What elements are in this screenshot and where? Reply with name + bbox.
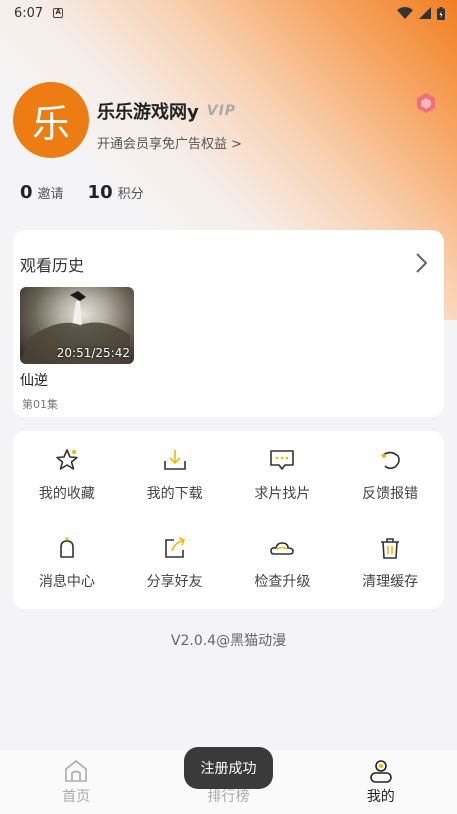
menu-feedback[interactable]: 反馈报错 — [336, 447, 444, 505]
stats-row: 0 邀请 10 积分 — [20, 182, 144, 203]
trash-icon — [381, 538, 400, 559]
menu-feedback-label: 反馈报错 — [362, 486, 419, 502]
message-icon — [270, 450, 295, 470]
menu-downloads[interactable]: 我的下载 — [121, 447, 229, 505]
menu-request-label: 求片找片 — [254, 486, 311, 502]
nav-home[interactable]: 首页 — [16, 758, 136, 806]
nav-mine-label: 我的 — [366, 789, 395, 805]
download-icon — [163, 450, 186, 470]
profile-section: 乐 乐乐游戏网y VIP 开通会员享免广告权益 > — [13, 82, 443, 162]
menu-update-label: 检查升级 — [254, 574, 311, 590]
toast-message: 注册成功 — [184, 747, 273, 789]
stat-invites[interactable]: 0 邀请 — [20, 182, 64, 203]
menu-request[interactable]: 求片找片 — [229, 447, 337, 505]
watch-history-card: 观看历史 20:51/25:42 仙逆 第01集 — [13, 230, 444, 417]
version-text: V2.0.4@黑猫动漫 — [170, 633, 287, 649]
notification-app-icon: A — [53, 8, 64, 18]
history-item-thumbnail[interactable]: 20:51/25:42 — [20, 287, 134, 364]
history-item-progress: 20:51/25:42 — [56, 346, 130, 360]
menu-messages-label: 消息中心 — [38, 574, 95, 590]
history-item-title[interactable]: 仙逆 — [20, 370, 48, 390]
stat-points-value: 10 — [87, 182, 113, 203]
nav-home-label: 首页 — [62, 789, 91, 805]
menu-card: 我的收藏 我的下载 求片找片 反馈报错 消息中心 分享好友 检查升级 清理缓存 — [13, 431, 444, 609]
home-icon — [65, 760, 87, 782]
menu-messages[interactable]: 消息中心 — [13, 535, 121, 593]
menu-update[interactable]: 检查升级 — [229, 535, 337, 593]
wifi-icon — [397, 7, 413, 19]
vip-badge: VIP — [206, 103, 237, 119]
feedback-icon — [381, 451, 400, 470]
watch-history-title: 观看历史 — [20, 256, 85, 275]
star-icon — [56, 449, 78, 470]
menu-clear-cache-label: 清理缓存 — [362, 574, 419, 590]
avatar[interactable]: 乐 — [13, 82, 89, 158]
battery-icon — [437, 6, 445, 20]
chevron-right-icon[interactable] — [414, 252, 428, 274]
menu-downloads-label: 我的下载 — [146, 486, 203, 502]
status-bar: 6:07 A — [0, 0, 457, 26]
menu-favorites[interactable]: 我的收藏 — [13, 447, 121, 505]
stat-invites-label: 邀请 — [37, 187, 64, 202]
cloud-icon — [270, 542, 295, 555]
username-text: 乐乐游戏网y — [97, 102, 199, 123]
status-time: 6:07 — [14, 5, 44, 21]
history-item-episode: 第01集 — [22, 398, 58, 411]
menu-share-label: 分享好友 — [146, 574, 203, 590]
vip-promo-link[interactable]: 开通会员享免广告权益 > — [97, 133, 242, 152]
share-icon — [164, 537, 185, 558]
stat-invites-value: 0 — [20, 182, 33, 203]
bell-icon — [60, 537, 74, 558]
username: 乐乐游戏网y VIP — [97, 98, 236, 124]
menu-share[interactable]: 分享好友 — [121, 535, 229, 593]
nav-ranking-label: 排行榜 — [207, 789, 250, 805]
stat-points-label: 积分 — [117, 187, 144, 202]
gem-icon[interactable] — [415, 92, 437, 114]
user-icon — [370, 760, 392, 783]
menu-favorites-label: 我的收藏 — [38, 486, 95, 502]
stat-points[interactable]: 10 积分 — [88, 182, 144, 203]
signal-icon — [419, 7, 431, 19]
menu-clear-cache[interactable]: 清理缓存 — [336, 535, 444, 593]
nav-mine[interactable]: 我的 — [321, 758, 441, 806]
